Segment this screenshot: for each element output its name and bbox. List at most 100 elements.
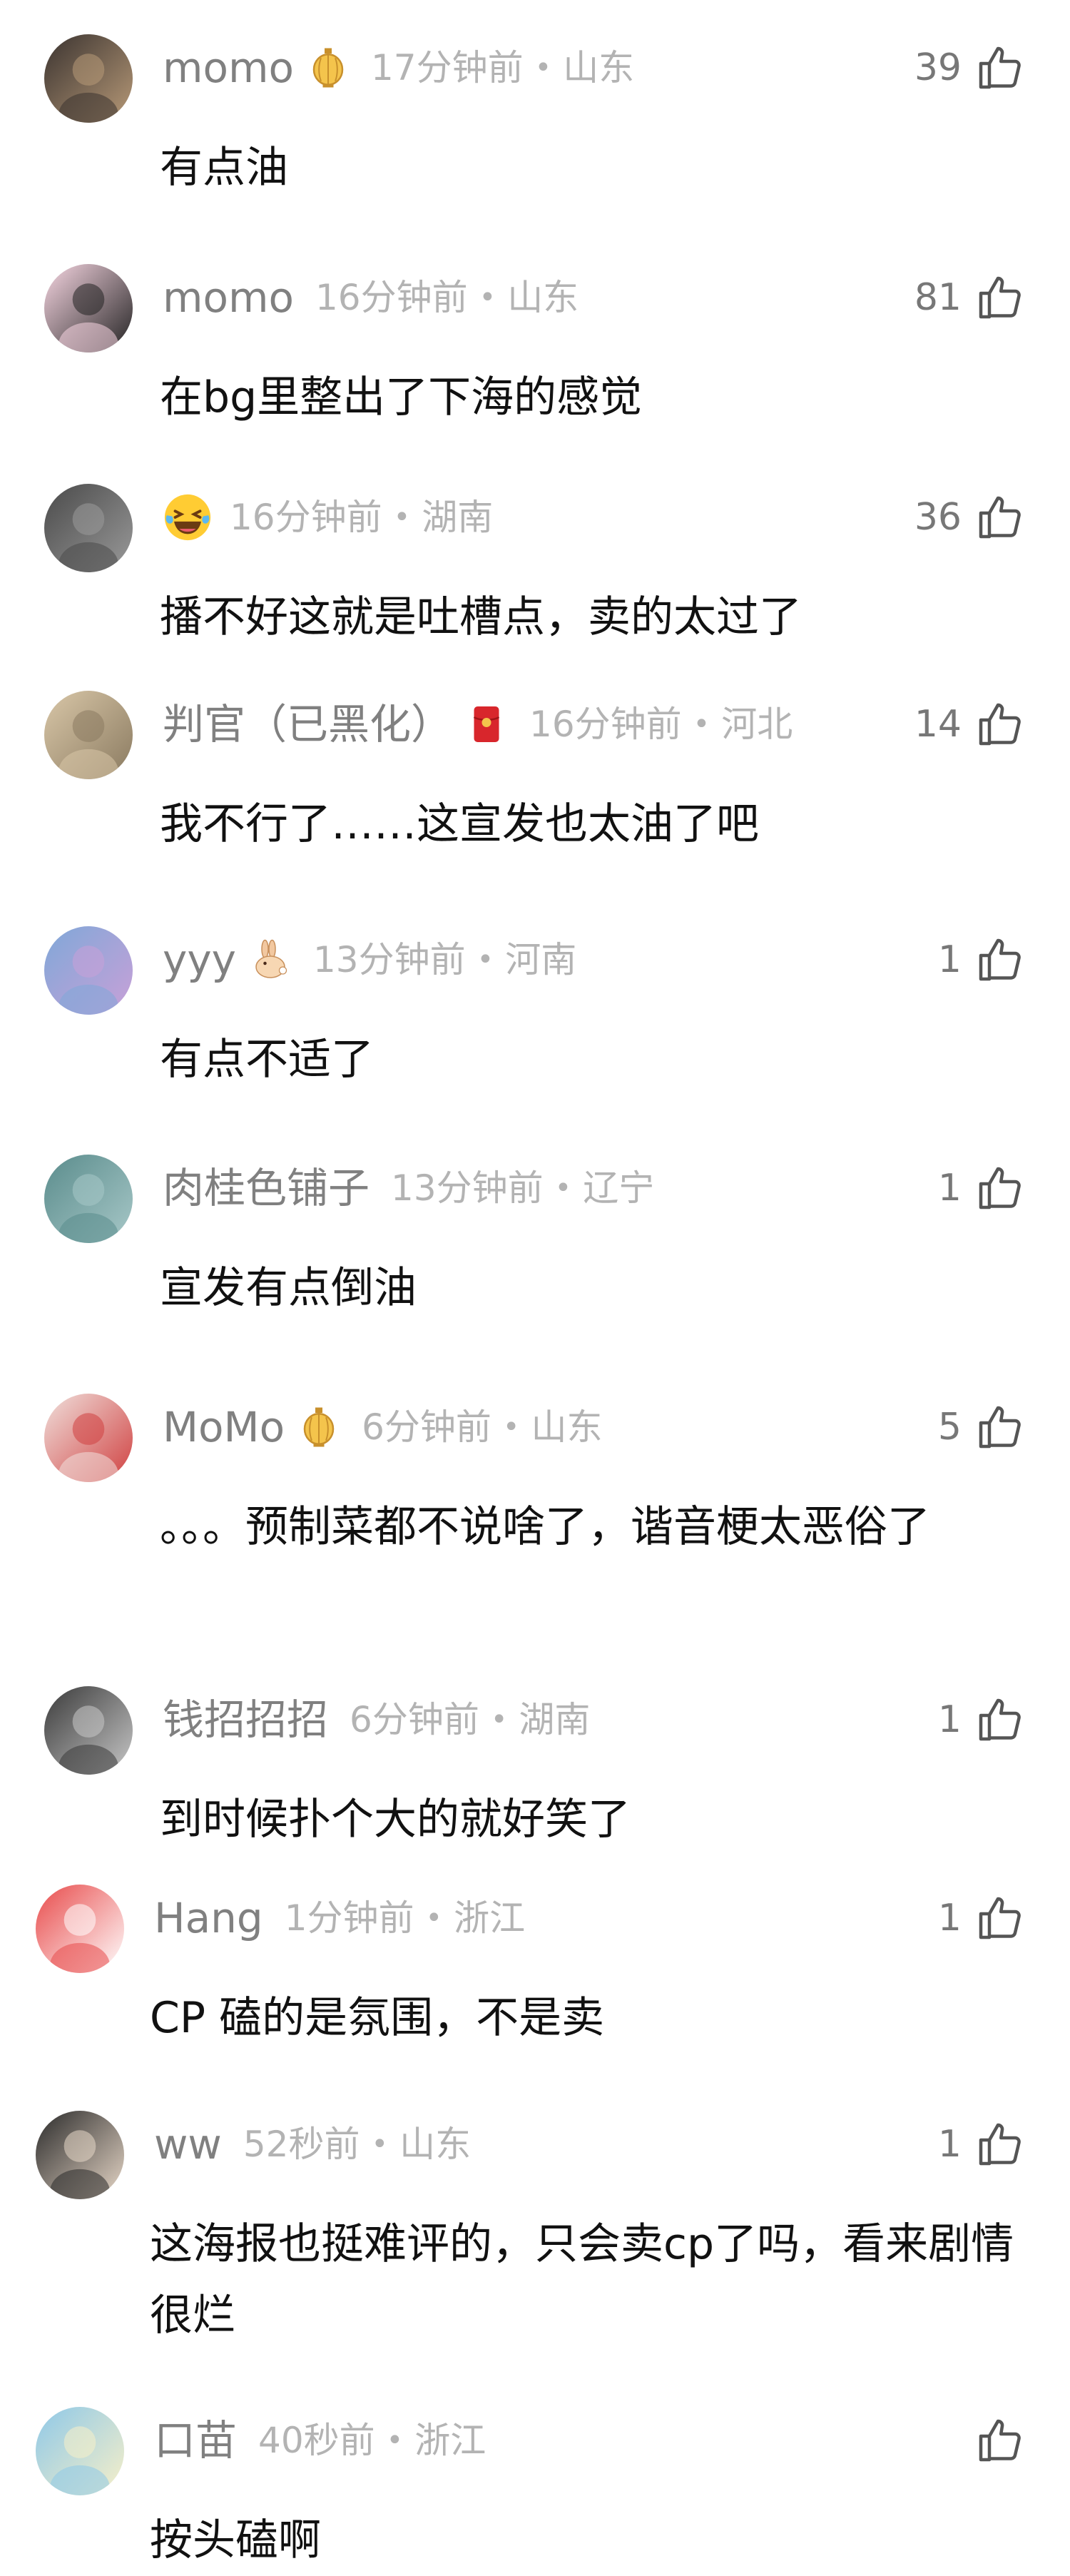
username[interactable]: MoMo	[163, 1406, 285, 1448]
like-count: 39	[914, 46, 962, 89]
separator-dot: •	[371, 2128, 389, 2161]
comment-meta: yyy 13分钟前 • 河南	[163, 931, 576, 988]
like-button[interactable]: 14	[914, 696, 1026, 753]
timestamp: 17分钟前	[370, 47, 524, 88]
thumbs-up-icon	[979, 1698, 1021, 1741]
username[interactable]: 口苗	[154, 2420, 237, 2461]
like-button[interactable]: 1	[938, 931, 1026, 988]
comment-text: 按头磕啊	[150, 2515, 321, 2565]
location: 山东	[531, 1406, 603, 1448]
timestamp: 16分钟前	[529, 704, 682, 745]
thumbs-up-icon	[979, 46, 1021, 89]
like-button[interactable]: 1	[938, 1691, 1026, 1748]
like-count: 1	[937, 2123, 962, 2166]
avatar[interactable]	[36, 1885, 124, 1973]
avatar[interactable]	[44, 1155, 133, 1243]
avatar[interactable]	[44, 691, 133, 779]
timestamp: 6分钟前	[350, 1699, 479, 1740]
comment-text: 这海报也挺难评的，只会卖cp了吗，看来剧情很烂	[150, 2219, 1014, 2341]
location: 湖南	[422, 497, 494, 538]
rabbit-icon	[249, 938, 292, 981]
avatar[interactable]	[44, 264, 133, 353]
username[interactable]: momo	[163, 277, 294, 318]
like-button[interactable]: 81	[914, 269, 1026, 326]
username[interactable]: yyy	[163, 939, 236, 980]
like-button[interactable]: 5	[938, 1399, 1026, 1456]
comment-text: 到时候扑个大的就好笑了	[160, 1795, 631, 1845]
timestamp: 13分钟前	[312, 939, 466, 980]
location: 辽宁	[583, 1167, 655, 1209]
location: 山东	[563, 47, 635, 88]
comment-text: CP 磕的是氛围，不是卖	[150, 1993, 605, 2043]
avatar[interactable]	[44, 484, 133, 572]
comment-meta: momo 16分钟前 • 山东	[163, 269, 579, 326]
location: 浙江	[414, 2420, 486, 2461]
laughing-emoji-icon	[163, 492, 213, 542]
comment-text: 播不好这就是吐槽点，卖的太过了	[160, 592, 802, 642]
like-button[interactable]: 1	[938, 1890, 1026, 1947]
location: 浙江	[454, 1897, 526, 1939]
thumbs-up-icon	[979, 2419, 1021, 2462]
location: 山东	[507, 277, 579, 318]
like-count: 1	[937, 938, 962, 981]
comment-meta: 判官（已黑化） 16分钟前 • 河北	[163, 696, 793, 753]
separator-dot: •	[554, 1172, 572, 1205]
separator-dot: •	[393, 501, 411, 534]
username[interactable]: 钱招招招	[163, 1699, 328, 1740]
thumbs-up-icon	[979, 1167, 1021, 1210]
like-button[interactable]: 1	[938, 2116, 1026, 2173]
like-count: 1	[937, 1167, 962, 1210]
avatar[interactable]	[36, 2407, 124, 2495]
like-button[interactable]: 39	[914, 39, 1026, 96]
location: 湖南	[519, 1699, 591, 1740]
like-count: 5	[937, 1406, 962, 1449]
separator-dot: •	[490, 1703, 508, 1736]
like-count: 1	[937, 1698, 962, 1741]
avatar[interactable]	[44, 34, 133, 123]
username[interactable]: ww	[154, 2124, 222, 2165]
thumbs-up-icon	[979, 276, 1021, 319]
red-envelope-icon	[465, 703, 508, 746]
avatar[interactable]	[44, 1394, 133, 1482]
like-count: 36	[914, 496, 962, 539]
avatar[interactable]	[36, 2111, 124, 2199]
like-button[interactable]	[974, 2412, 1026, 2469]
thumbs-up-icon	[979, 496, 1021, 539]
username[interactable]: Hang	[154, 1897, 263, 1939]
timestamp: 16分钟前	[315, 277, 468, 318]
lantern-icon	[307, 46, 350, 89]
comment-meta: 钱招招招 6分钟前 • 湖南	[163, 1691, 590, 1748]
like-button[interactable]: 1	[938, 1160, 1026, 1217]
comment-text: 我不行了……这宣发也太油了吧	[160, 799, 759, 849]
timestamp: 40秒前	[258, 2420, 375, 2461]
username[interactable]: momo	[163, 47, 294, 88]
username[interactable]: 判官（已黑化）	[163, 704, 452, 745]
location: 河南	[505, 939, 577, 980]
separator-dot: •	[386, 2424, 404, 2457]
comment-text: 有点油	[160, 143, 288, 193]
timestamp: 52秒前	[243, 2124, 360, 2165]
comment-text: 宣发有点倒油	[160, 1263, 417, 1313]
avatar[interactable]	[44, 926, 133, 1015]
separator-dot: •	[479, 281, 496, 314]
comment-meta: 16分钟前 • 湖南	[163, 489, 493, 546]
location: 山东	[399, 2124, 472, 2165]
thumbs-up-icon	[979, 703, 1021, 746]
comment-text: 。。。预制菜都不说啥了，谐音梗太恶俗了	[160, 1502, 930, 1552]
comment-text: 在bg里整出了下海的感觉	[160, 372, 643, 422]
timestamp: 16分钟前	[230, 497, 382, 538]
comment-meta: 肉桂色铺子 13分钟前 • 辽宁	[163, 1160, 654, 1217]
username[interactable]: 肉桂色铺子	[163, 1167, 370, 1209]
avatar[interactable]	[44, 1686, 133, 1775]
timestamp: 1分钟前	[284, 1897, 414, 1939]
separator-dot: •	[477, 943, 494, 976]
comment-meta: 口苗 40秒前 • 浙江	[154, 2412, 486, 2469]
comment-meta: ww 52秒前 • 山东	[154, 2116, 471, 2173]
timestamp: 6分钟前	[362, 1406, 491, 1448]
like-button[interactable]: 36	[914, 489, 1026, 546]
separator-dot: •	[693, 708, 710, 741]
separator-dot: •	[425, 1902, 443, 1934]
thumbs-up-icon	[979, 1897, 1021, 1939]
comment-list: momo 17分钟前 • 山东 39 有点油 momo 16分钟前 • 山东 81 在bg里整…	[0, 0, 1070, 2565]
lantern-icon	[297, 1406, 340, 1449]
